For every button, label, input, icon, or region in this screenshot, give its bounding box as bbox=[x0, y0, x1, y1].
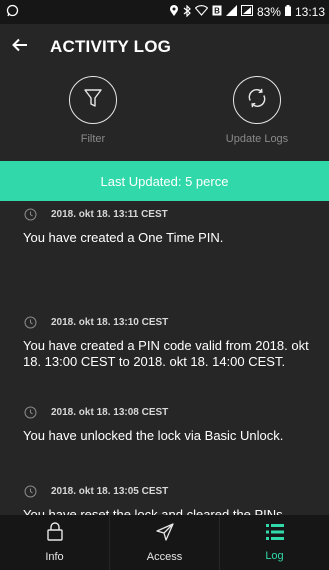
signal-icon bbox=[225, 5, 237, 19]
bluetooth-icon bbox=[183, 4, 191, 20]
log-entry: 2018. okt 18. 13:05 CEST You have reset … bbox=[0, 485, 329, 515]
funnel-icon bbox=[84, 88, 102, 113]
page-title: ACTIVITY LOG bbox=[50, 37, 172, 56]
app-header: ACTIVITY LOG bbox=[0, 24, 329, 70]
update-logs-circle[interactable] bbox=[233, 76, 281, 124]
signal-secondary-icon bbox=[240, 5, 253, 19]
log-list[interactable]: 2018. okt 18. 13:11 CEST You have create… bbox=[0, 201, 329, 515]
wifi-icon bbox=[194, 5, 209, 19]
log-message: You have reset the lock and cleared the … bbox=[23, 507, 287, 515]
svg-text:B: B bbox=[214, 7, 220, 16]
nav-label-info: Info bbox=[45, 551, 64, 563]
status-bar: B 83% 13:13 bbox=[0, 0, 329, 24]
activity-log-screen: B 83% 13:13 ACTIVITY LOG Filter Update L… bbox=[0, 0, 329, 570]
filter-label: Filter bbox=[80, 133, 106, 145]
battery-icon bbox=[284, 5, 291, 19]
lock-icon bbox=[46, 522, 63, 546]
log-timestamp: 2018. okt 18. 13:10 CEST bbox=[51, 317, 169, 328]
last-updated-text: Last Updated: 5 perce bbox=[100, 173, 229, 189]
action-bar: Filter Update Logs bbox=[0, 72, 329, 152]
clock-icon bbox=[24, 316, 37, 329]
update-logs-button[interactable]: Update Logs bbox=[207, 72, 307, 145]
clock-time: 13:13 bbox=[294, 5, 325, 19]
log-timestamp: 2018. okt 18. 13:11 CEST bbox=[51, 209, 168, 220]
log-entry: 2018. okt 18. 13:11 CEST You have create… bbox=[0, 208, 329, 246]
filter-circle[interactable] bbox=[69, 76, 117, 124]
battery-percent: 83% bbox=[256, 5, 281, 19]
data-icon: B bbox=[212, 5, 222, 19]
nav-item-info[interactable]: Info bbox=[0, 515, 110, 570]
send-icon bbox=[155, 522, 174, 546]
clock-icon bbox=[24, 406, 37, 419]
log-timestamp: 2018. okt 18. 13:08 CEST bbox=[51, 407, 169, 418]
log-timestamp: 2018. okt 18. 13:05 CEST bbox=[51, 486, 169, 497]
log-entry: 2018. okt 18. 13:10 CEST You have create… bbox=[0, 316, 329, 370]
filter-button[interactable]: Filter bbox=[43, 72, 143, 145]
arrow-left-icon bbox=[12, 38, 28, 57]
log-message: You have created a PIN code valid from 2… bbox=[23, 338, 309, 369]
log-message: You have created a One Time PIN. bbox=[23, 230, 224, 245]
nav-label-access: Access bbox=[146, 550, 183, 563]
last-updated-banner: Last Updated: 5 perce bbox=[0, 161, 329, 201]
nav-item-log[interactable]: Log bbox=[220, 515, 329, 570]
nav-item-access[interactable]: Access bbox=[110, 515, 220, 570]
list-icon bbox=[265, 523, 284, 545]
clock-icon bbox=[24, 485, 37, 498]
location-icon bbox=[169, 4, 179, 20]
nav-label-log: Log bbox=[265, 549, 284, 562]
log-message: You have unlocked the lock via Basic Unl… bbox=[23, 428, 284, 443]
bottom-nav: Info Access Log bbox=[0, 515, 329, 570]
refresh-icon bbox=[246, 87, 268, 114]
update-logs-label: Update Logs bbox=[225, 133, 289, 145]
log-entry: 2018. okt 18. 13:08 CEST You have unlock… bbox=[0, 406, 329, 444]
clock-icon bbox=[24, 208, 37, 221]
back-button[interactable] bbox=[0, 24, 40, 70]
whatsapp-icon bbox=[6, 4, 19, 20]
